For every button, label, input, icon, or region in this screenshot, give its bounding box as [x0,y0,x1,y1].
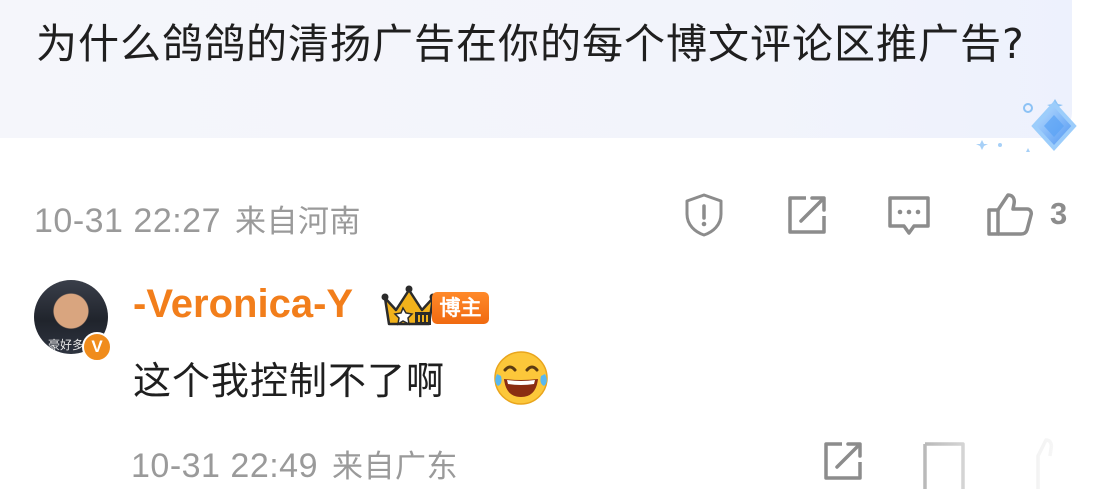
username[interactable]: -Veronica-Y [133,282,353,327]
comment-location: 来自河南 [235,204,361,240]
comment-timestamp: 10-31 22:27 [34,202,221,240]
comment-meta: 10-31 22:27 来自河南 [34,196,361,241]
laughing-tears-emoji [494,351,548,405]
author-tag: 博主 [432,292,489,324]
reply-meta: 10-31 22:49 来自广东 [131,441,458,486]
comment-text: 为什么鸽鸽的清扬广告在你的每个博文评论区推广告? [36,20,1025,68]
sparkle-diamond-badge-icon [976,99,1077,152]
comment-icon[interactable] [887,194,931,238]
avatar-watermark: 豪好多 [48,338,85,352]
share-icon[interactable] [786,194,828,236]
thumbs-up-icon[interactable] [986,190,1034,238]
verified-badge-icon: V [82,332,112,362]
reply-location: 来自广东 [332,449,458,485]
bottom-fade [860,430,1115,489]
reply-text: 这个我控制不了啊 [133,359,446,403]
reply-timestamp: 10-31 22:49 [131,447,318,485]
reply-share-icon[interactable] [822,440,864,482]
crown-level-icon [381,285,437,326]
shield-alert-icon[interactable] [682,192,726,238]
like-count: 3 [1050,196,1068,231]
